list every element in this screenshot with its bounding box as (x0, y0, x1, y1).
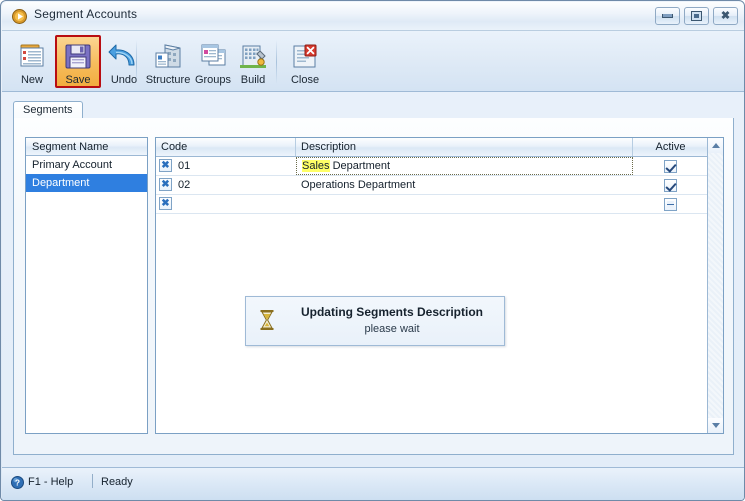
wait-dialog-subtitle: please wait (364, 323, 420, 335)
cell-description[interactable] (296, 195, 633, 213)
client-area: Segments Segment Name Primary Account De… (2, 92, 744, 467)
help-label[interactable]: F1 - Help (28, 476, 73, 488)
list-item[interactable]: Department (26, 174, 147, 192)
cell-description-rest: Department (329, 160, 391, 172)
column-header-description[interactable]: Description (296, 138, 633, 156)
toolbar-label-structure: Structure (145, 74, 191, 86)
window-controls: ✖ (655, 7, 738, 25)
toolbar: New Save Undo Structure Groups Build Clo… (2, 31, 744, 92)
grid-vertical-scrollbar[interactable] (707, 138, 723, 433)
hourglass-icon (258, 309, 276, 331)
maximize-button[interactable] (684, 7, 709, 25)
table-row[interactable]: ✖ (156, 195, 723, 214)
toolbar-label-build: Build (240, 74, 266, 86)
segment-accounts-window: Segment Accounts ✖ New Save Undo Structu… (0, 0, 745, 501)
grid-header-row: Code Description Active (156, 138, 723, 157)
toolbar-label-groups: Groups (194, 74, 232, 86)
toolbar-button-groups[interactable]: Groups (192, 35, 234, 88)
structure-icon (153, 40, 183, 72)
toolbar-label-close: Close (290, 74, 320, 86)
toolbar-label-new: New (20, 74, 43, 86)
cell-code[interactable] (156, 195, 296, 213)
play-circle-icon (12, 9, 27, 24)
window-title: Segment Accounts (34, 7, 138, 21)
build-tools-icon (238, 40, 268, 72)
status-separator (92, 474, 93, 488)
close-button[interactable]: ✖ (713, 7, 738, 25)
column-header-active[interactable]: Active (633, 138, 708, 156)
minimize-icon (662, 14, 673, 18)
tab-segments-label: Segments (23, 104, 73, 116)
close-document-icon (290, 40, 320, 72)
cell-active[interactable] (633, 195, 708, 213)
maximize-icon (691, 11, 702, 21)
segments-grid: Code Description Active ✖ 01 Sales Depar… (155, 137, 724, 434)
segment-name-header: Segment Name (26, 138, 147, 156)
toolbar-label-undo: Undo (110, 74, 138, 86)
cell-description-highlight: Sales (302, 160, 330, 172)
toolbar-button-save[interactable]: Save (55, 35, 101, 88)
status-bar: ? F1 - Help Ready (2, 467, 744, 500)
grid-rows: ✖ 01 Sales Department ✖ 02 Operations De… (156, 157, 723, 214)
help-question-icon[interactable]: ? (11, 476, 24, 489)
scroll-up-arrow-icon (711, 143, 720, 148)
cell-active[interactable] (633, 157, 708, 175)
table-row[interactable]: ✖ 01 Sales Department (156, 157, 723, 176)
checkbox-active[interactable] (664, 179, 677, 192)
title-bar: Segment Accounts ✖ (2, 2, 744, 31)
toolbar-separator-1 (136, 40, 137, 84)
svg-text:?: ? (15, 478, 20, 488)
table-row[interactable]: ✖ 02 Operations Department (156, 176, 723, 195)
checkbox-active[interactable] (664, 198, 677, 211)
updating-wait-dialog: Updating Segments Description please wai… (245, 296, 505, 346)
groups-windows-icon (198, 40, 228, 72)
status-text: Ready (101, 476, 133, 488)
tab-segments[interactable]: Segments (13, 101, 83, 119)
cell-description[interactable]: Operations Department (296, 176, 633, 194)
column-header-code[interactable]: Code (156, 138, 296, 156)
toolbar-button-close[interactable]: Close (282, 35, 328, 88)
scroll-up-button[interactable] (708, 138, 723, 153)
checkbox-active[interactable] (664, 160, 677, 173)
toolbar-separator-2 (276, 40, 277, 84)
cell-description[interactable]: Sales Department (296, 157, 633, 175)
close-icon: ✖ (720, 9, 731, 22)
floppy-disk-icon (63, 40, 93, 72)
toolbar-button-structure[interactable]: Structure (144, 35, 192, 88)
cell-code[interactable]: 02 (156, 176, 296, 194)
scroll-down-arrow-icon (711, 423, 720, 428)
scroll-down-button[interactable] (708, 418, 723, 433)
toolbar-button-new[interactable]: New (9, 35, 55, 88)
wait-dialog-title: Updating Segments Description (300, 305, 484, 319)
list-item[interactable]: Primary Account (26, 156, 147, 174)
minimize-button[interactable] (655, 7, 680, 25)
tab-strip: Segments (13, 101, 734, 119)
toolbar-label-save: Save (65, 74, 91, 86)
toolbar-button-undo[interactable]: Undo (101, 35, 147, 88)
new-document-icon (17, 40, 47, 72)
cell-code[interactable]: 01 (156, 157, 296, 175)
cell-active[interactable] (633, 176, 708, 194)
segment-name-list[interactable]: Segment Name Primary Account Department (25, 137, 148, 434)
toolbar-button-build[interactable]: Build (234, 35, 272, 88)
tab-page-segments: Segment Name Primary Account Department … (13, 118, 734, 455)
